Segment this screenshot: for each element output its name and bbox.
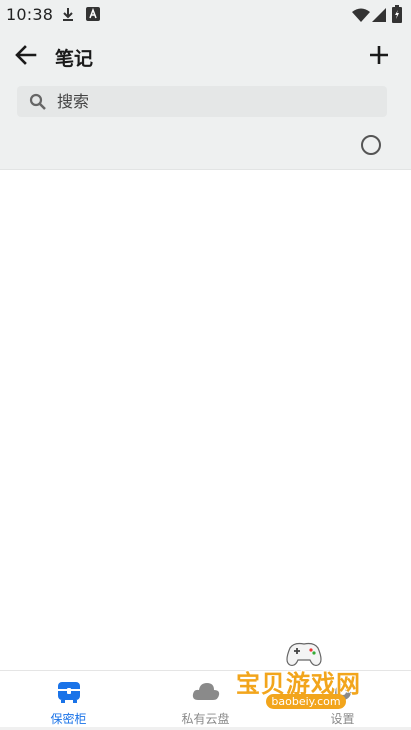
- watermark: 宝贝游戏网 baobeiy.com: [232, 638, 382, 724]
- arrow-left-icon: [15, 45, 37, 69]
- search-input[interactable]: [57, 86, 377, 117]
- note-list: [0, 170, 411, 670]
- signal-icon: [372, 7, 386, 26]
- plus-icon: [369, 45, 389, 69]
- search-box: [17, 86, 387, 117]
- add-note-button[interactable]: [363, 42, 395, 72]
- cloud-icon: [191, 679, 221, 709]
- safe-box-icon: [56, 679, 82, 709]
- search-icon: [29, 93, 47, 115]
- wifi-icon: [352, 7, 370, 26]
- watermark-url: baobeiy.com: [266, 694, 346, 709]
- download-icon: [60, 6, 76, 26]
- status-time: 10:38: [6, 5, 54, 24]
- battery-icon: [392, 5, 402, 27]
- select-all-toggle[interactable]: [361, 135, 381, 155]
- status-bar: 10:38: [0, 0, 411, 30]
- a-notification-icon: [85, 6, 101, 26]
- header: 笔记: [0, 30, 411, 84]
- nav-item-safe-box[interactable]: 保密柜: [0, 671, 137, 730]
- back-button[interactable]: [10, 42, 42, 72]
- nav-label: 保密柜: [50, 712, 87, 726]
- page-title: 笔记: [55, 48, 94, 70]
